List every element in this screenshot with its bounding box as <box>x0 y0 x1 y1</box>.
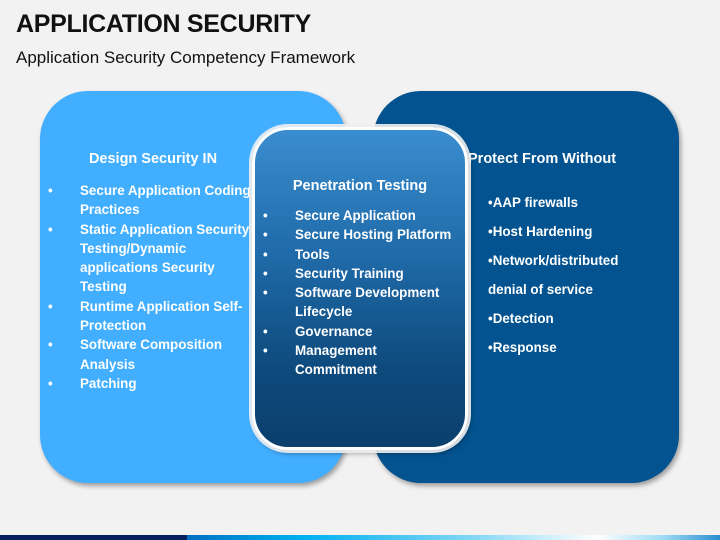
bullet-icon: • <box>48 337 53 353</box>
list-item: • Patching <box>40 374 256 393</box>
bullet-icon: • <box>263 265 268 281</box>
list-item: • Management Commitment <box>263 343 377 378</box>
bullet-icon: • <box>263 323 268 339</box>
list-item: • Tools <box>255 245 460 264</box>
bullet-icon: • <box>263 343 268 359</box>
bullet-icon: • <box>263 227 268 243</box>
list-item: •Detection <box>488 311 554 326</box>
list-item: denial of service <box>488 282 593 297</box>
bullet-icon: • <box>263 208 268 223</box>
list-item: • Secure Application Coding Practices <box>48 183 251 218</box>
list-item: •Host Hardening <box>488 224 593 239</box>
list-item: • Software Development Lifecycle <box>263 285 440 320</box>
penetration-testing-heading: Penetration Testing <box>292 178 428 194</box>
protect-from-without-heading: Protect From Without <box>468 151 617 167</box>
list-item: • Static Application Security Testing/Dyn… <box>48 221 250 295</box>
penetration-testing-panel: Penetration Testing • Secure Application … <box>252 127 468 450</box>
page-subtitle: Application Security Competency Framewor… <box>16 48 356 67</box>
list-item: • Runtime Application Self-Protection <box>48 298 243 334</box>
bullet-icon: • <box>48 221 53 237</box>
list-item: • Security Training <box>255 264 460 283</box>
bullet-icon: • <box>263 285 268 301</box>
page-title: APPLICATION SECURITY <box>16 10 311 38</box>
list-item: •Network/distributed <box>488 253 619 268</box>
protect-from-without-list: •AAP firewalls •Host Hardening •Network/… <box>488 188 618 362</box>
bullet-icon: • <box>48 183 53 198</box>
list-item: •AAP firewalls <box>488 195 579 210</box>
design-security-list: • Secure Application Coding Practices • St… <box>40 181 256 393</box>
bullet-icon: • <box>48 298 53 314</box>
list-item: • Secure Hosting Platform <box>255 225 460 244</box>
penetration-testing-list: • Secure Application • Secure Hosting Plat… <box>255 206 460 380</box>
list-item: • Software Composition Analysis <box>48 337 223 372</box>
bullet-icon: • <box>48 375 53 391</box>
bullet-icon: • <box>263 246 268 262</box>
list-item: • Governance <box>255 322 460 341</box>
list-item: • Secure Application <box>255 206 460 225</box>
list-item: •Response <box>488 340 557 355</box>
footer-gradient-bar <box>0 535 720 540</box>
